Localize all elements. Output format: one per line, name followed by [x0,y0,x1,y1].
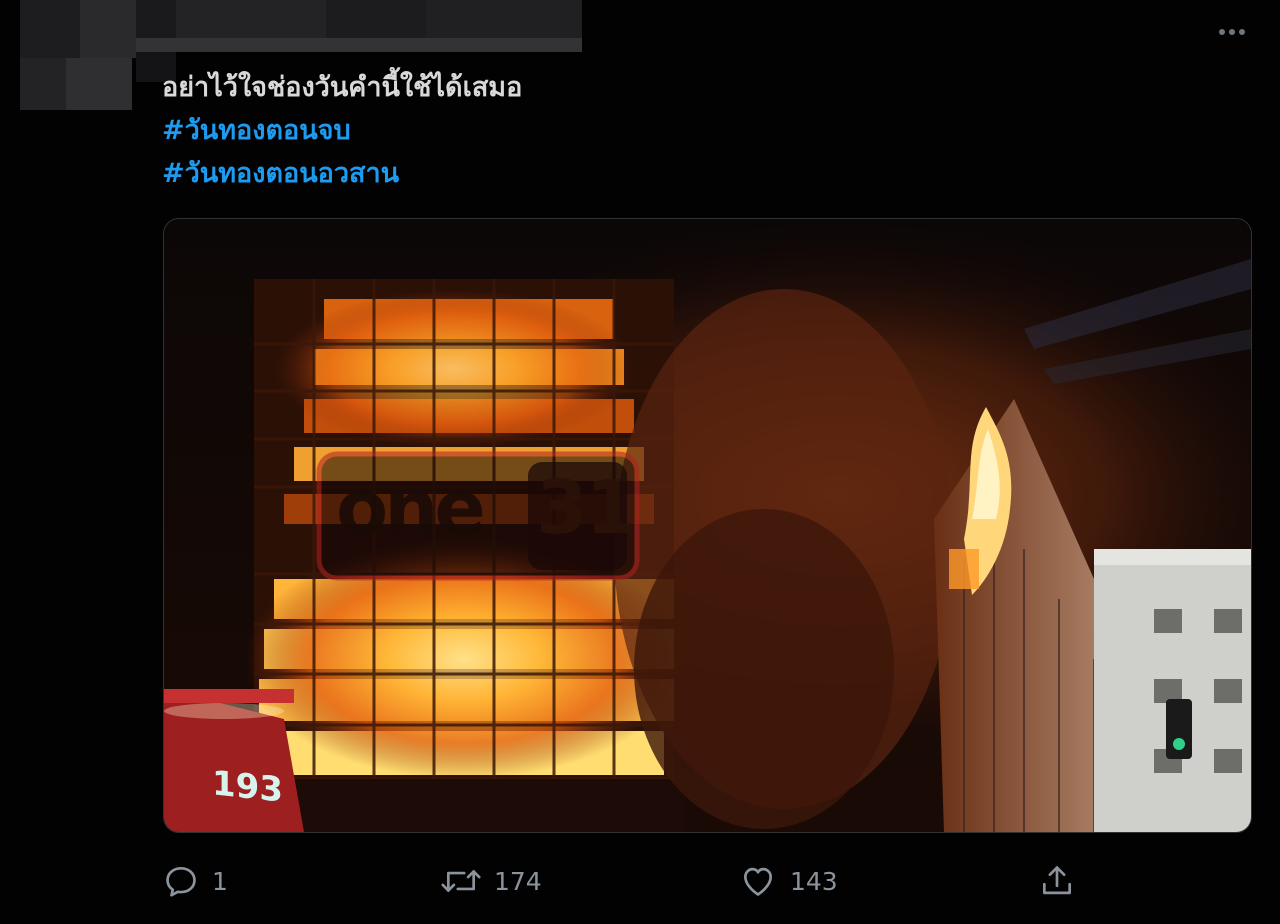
fire-building-photo [164,219,1251,832]
more-horizontal-icon-dot [1239,29,1245,35]
truck-number: 193 [212,763,283,811]
blur-pixel [136,38,582,52]
tweet-photo[interactable]: one 31 193 [163,218,1252,833]
blur-pixel [66,58,132,110]
blur-pixel [426,0,582,38]
blur-pixel [80,0,136,58]
blur-pixel [136,0,176,38]
reply-icon [166,866,196,897]
reply-count: 1 [212,866,228,896]
like-count: 143 [790,866,838,896]
blur-pixel [176,0,326,38]
watermark-text-one: one [336,463,486,552]
heart-icon [743,867,773,896]
more-horizontal-icon-dot [1229,29,1235,35]
blur-pixel [326,0,426,38]
more-options-button[interactable] [1214,18,1250,46]
share-button[interactable] [1038,858,1076,904]
tweet-container: อย่าไว้ใจช่องวันคำนี้ใช้ได้เสมอ #วันทองต… [0,0,1280,924]
tweet-text: อย่าไว้ใจช่องวันคำนี้ใช้ได้เสมอ #วันทองต… [162,66,1162,195]
more-horizontal-icon [1219,29,1225,35]
tweet-actions: 1 174 143 [160,858,1120,904]
share-icon [1042,866,1072,895]
retweet-icon [441,870,481,892]
retweet-count: 174 [494,866,542,896]
retweet-button[interactable]: 174 [440,858,542,904]
blur-pixel [20,0,80,58]
hashtag-link[interactable]: #วันทองตอนจบ [162,109,1162,152]
reply-button[interactable]: 1 [162,858,228,904]
like-button[interactable]: 143 [738,858,838,904]
hashtag-link[interactable]: #วันทองตอนอวสาน [162,152,1162,195]
blur-pixel [20,58,66,110]
watermark-text-31: 31 [536,465,637,551]
tweet-text-line: อย่าไว้ใจช่องวันคำนี้ใช้ได้เสมอ [162,72,523,103]
